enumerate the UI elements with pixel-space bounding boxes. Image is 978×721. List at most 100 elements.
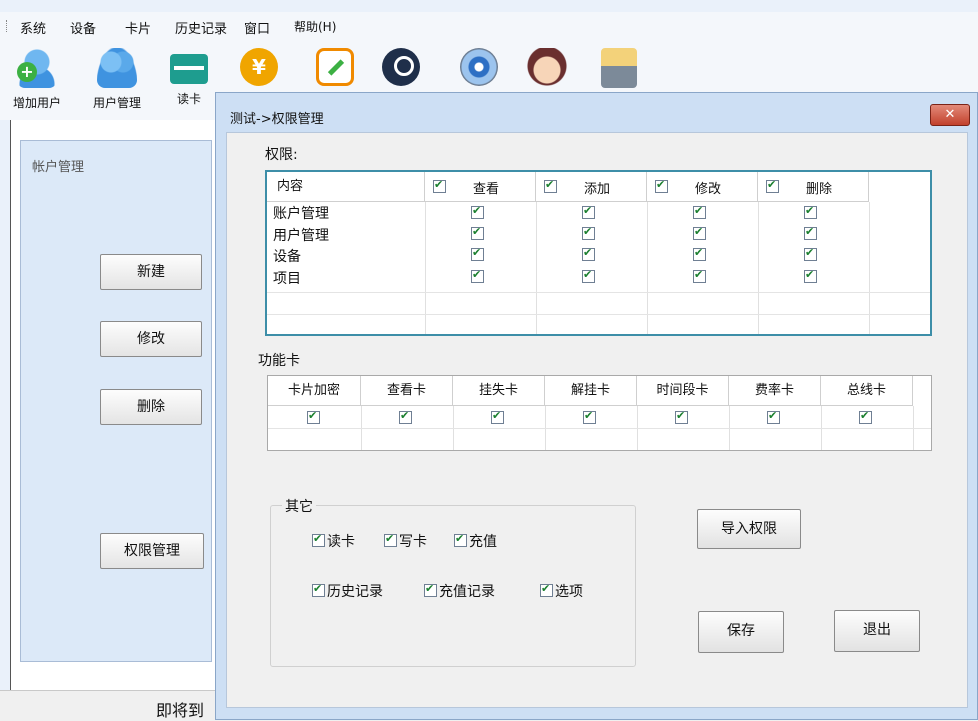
perm-checkbox-project-modify[interactable] (693, 268, 706, 283)
menu-system[interactable]: 系统 (20, 18, 46, 37)
option-options[interactable]: 选项 (540, 581, 583, 601)
perm-checkbox-project-delete[interactable] (804, 268, 817, 283)
permissions-grid: 内容 查看 添加 修改 删除 账户管理 用户管理 设备 项目 (265, 170, 932, 336)
option-recharge-records-label: 充值记录 (439, 584, 495, 600)
header-modify-checkbox[interactable] (655, 178, 668, 193)
option-options-label: 选项 (555, 584, 583, 600)
header-view-checkbox[interactable] (433, 178, 446, 193)
menu-card[interactable]: 卡片 (125, 18, 151, 37)
perm-checkbox-users-modify[interactable] (693, 225, 706, 240)
read-card-label: 读卡 (176, 92, 201, 106)
func-header-view-card: 查看卡 (361, 376, 453, 406)
option-write-card-checkbox[interactable] (384, 532, 397, 547)
perm-checkbox-users-delete[interactable] (804, 225, 817, 240)
option-recharge-records[interactable]: 充值记录 (424, 581, 495, 601)
func-checkbox-unloss-card[interactable] (583, 409, 596, 424)
option-history[interactable]: 历史记录 (312, 581, 383, 601)
perm-checkbox-accounts-delete[interactable] (804, 204, 817, 219)
read-card-button[interactable]: 读卡 (158, 48, 220, 118)
import-permissions-button[interactable]: 导入权限 (697, 509, 801, 549)
perm-checkbox-device-add[interactable] (582, 246, 595, 261)
func-header-bus-card: 总线卡 (821, 376, 913, 406)
person-glasses-icon (527, 48, 567, 88)
header-modify-label: 修改 (695, 182, 722, 197)
user-manage-button[interactable]: 用户管理 (86, 48, 148, 118)
header-delete-checkbox[interactable] (766, 178, 779, 193)
func-checkbox-encrypt[interactable] (307, 409, 320, 424)
func-header-encrypt: 卡片加密 (268, 376, 361, 406)
permission-manage-button[interactable]: 权限管理 (100, 533, 204, 569)
perm-checkbox-device-view[interactable] (471, 246, 484, 261)
exit-button[interactable]: 退出 (834, 610, 920, 652)
func-checkbox-bus-card[interactable] (859, 409, 872, 424)
perm-checkbox-accounts-view[interactable] (471, 204, 484, 219)
perm-checkbox-users-add[interactable] (582, 225, 595, 240)
perm-checkbox-accounts-modify[interactable] (693, 204, 706, 219)
card-reader-icon (170, 54, 208, 84)
dialog-title: 测试->权限管理 (230, 112, 324, 127)
menu-help[interactable]: 帮助(H) (294, 18, 336, 35)
option-recharge-label: 充值 (469, 534, 497, 550)
option-read-card[interactable]: 读卡 (312, 531, 355, 551)
func-checkbox-view-card[interactable] (399, 409, 412, 424)
delete-button[interactable]: 删除 (100, 389, 202, 425)
search-icon (382, 48, 420, 86)
menu-window[interactable]: 窗口 (244, 18, 270, 37)
func-checkbox-rate-card[interactable] (767, 409, 780, 424)
add-user-icon: + (17, 48, 57, 88)
close-button[interactable]: ✕ (930, 104, 970, 126)
settings-disc-icon (460, 48, 498, 86)
menu-grip (6, 20, 9, 32)
recharge-icon: ¥ (240, 48, 278, 86)
menu-bar: 系统 设备 卡片 历史记录 窗口 帮助(H) (0, 12, 978, 40)
header-add-label: 添加 (584, 182, 611, 197)
func-header-rate-card: 费率卡 (729, 376, 821, 406)
header-view-label: 查看 (473, 182, 500, 197)
add-user-button[interactable]: + 增加用户 (6, 48, 68, 118)
users-icon (97, 48, 137, 88)
grid-line (267, 292, 930, 293)
func-checkbox-timeslot-card[interactable] (675, 409, 688, 424)
option-options-checkbox[interactable] (540, 582, 553, 597)
perm-checkbox-device-modify[interactable] (693, 246, 706, 261)
function-cards-grid: 卡片加密 查看卡 挂失卡 解挂卡 时间段卡 费率卡 总线卡 (267, 375, 932, 451)
option-recharge-checkbox[interactable] (454, 532, 467, 547)
func-header-timeslot-card: 时间段卡 (637, 376, 729, 406)
grid-line (267, 314, 930, 315)
new-button[interactable]: 新建 (100, 254, 202, 290)
menu-device[interactable]: 设备 (70, 18, 96, 37)
perm-checkbox-device-delete[interactable] (804, 246, 817, 261)
option-history-checkbox[interactable] (312, 582, 325, 597)
header-add[interactable]: 添加 (536, 172, 647, 202)
perm-checkbox-project-view[interactable] (471, 268, 484, 283)
row-label-device: 设备 (273, 249, 301, 265)
option-history-label: 历史记录 (327, 584, 383, 600)
option-recharge-records-checkbox[interactable] (424, 582, 437, 597)
option-recharge[interactable]: 充值 (454, 531, 497, 551)
menu-history[interactable]: 历史记录 (175, 18, 227, 37)
perm-checkbox-accounts-add[interactable] (582, 204, 595, 219)
func-header-unloss-card: 解挂卡 (545, 376, 637, 406)
header-view[interactable]: 查看 (425, 172, 536, 202)
edit-icon (316, 48, 354, 86)
permissions-label: 权限: (265, 147, 298, 163)
header-add-checkbox[interactable] (544, 178, 557, 193)
option-read-card-checkbox[interactable] (312, 532, 325, 547)
func-checkbox-loss-card[interactable] (491, 409, 504, 424)
option-write-card-label: 写卡 (399, 534, 427, 550)
row-label-users: 用户管理 (273, 228, 329, 244)
modify-button[interactable]: 修改 (100, 321, 202, 357)
user-manage-label: 用户管理 (92, 96, 141, 110)
header-delete[interactable]: 删除 (758, 172, 869, 202)
header-modify[interactable]: 修改 (647, 172, 758, 202)
perm-checkbox-project-add[interactable] (582, 268, 595, 283)
grid-line (268, 428, 931, 429)
save-button[interactable]: 保存 (698, 611, 784, 653)
cabinet-icon (601, 48, 637, 88)
account-panel-title: 帐户管理 (32, 160, 85, 175)
perm-checkbox-users-view[interactable] (471, 225, 484, 240)
option-write-card[interactable]: 写卡 (384, 531, 427, 551)
row-label-accounts: 账户管理 (273, 206, 329, 222)
func-header-loss-card: 挂失卡 (453, 376, 545, 406)
row-label-project: 项目 (273, 271, 301, 287)
